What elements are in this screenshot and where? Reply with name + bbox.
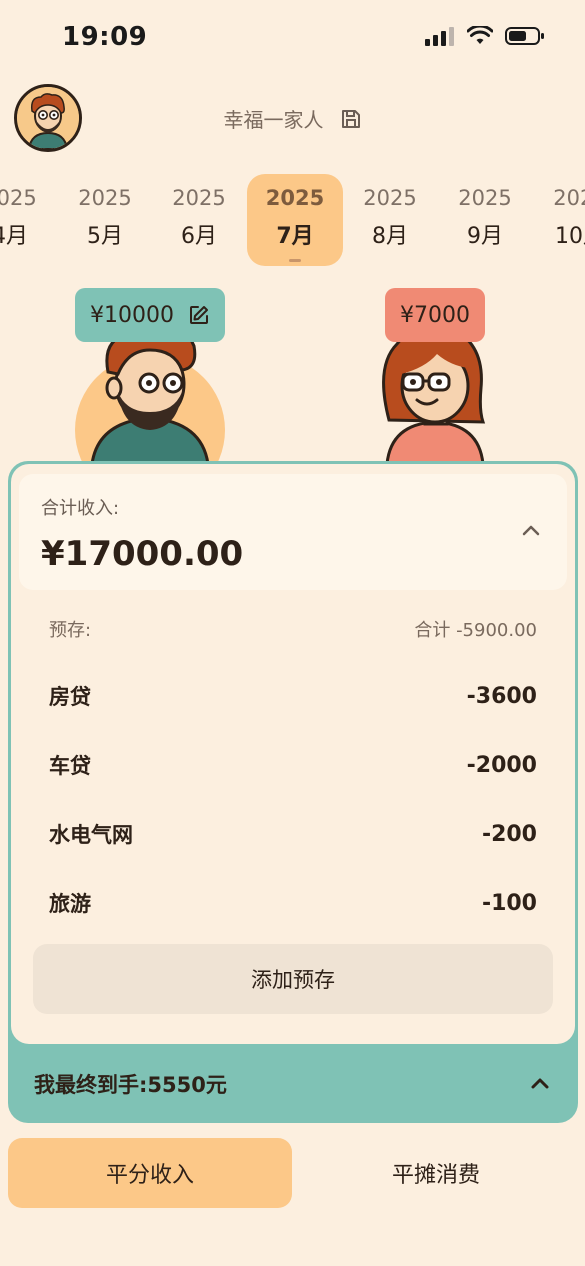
reserve-item-name: 车贷: [49, 754, 91, 778]
wife-income-value: ¥7000: [400, 302, 470, 328]
reserve-item-value: -200: [481, 821, 537, 847]
tab-split-income[interactable]: 平分收入: [8, 1138, 292, 1208]
reserve-item-value: -100: [481, 890, 537, 916]
month-label: 9月: [467, 224, 503, 249]
husband-income-value: ¥10000: [90, 302, 174, 328]
status-time: 19:09: [62, 22, 148, 52]
family-name: 幸福一家人: [223, 108, 324, 132]
month-label: 6月: [181, 224, 217, 249]
reserve-item-value: -3600: [466, 683, 537, 709]
edit-icon[interactable]: [188, 304, 210, 326]
month-selector[interactable]: 2025 4月 2025 5月 2025 6月 2025 7月 2025 8月 …: [0, 174, 585, 266]
total-income-label: 合计收入:: [41, 498, 120, 519]
month-label: 10月: [555, 224, 585, 249]
total-income-card[interactable]: 合计收入: ¥17000.00: [19, 474, 567, 590]
month-year: 2025: [172, 186, 226, 210]
reserve-item-name: 旅游: [49, 892, 91, 916]
signal-icon: [425, 27, 454, 46]
reserve-item-name: 房贷: [49, 685, 91, 709]
battery-icon: [505, 27, 544, 45]
month-year: 2025: [553, 186, 585, 210]
save-icon[interactable]: [340, 108, 362, 130]
month-label: 7月: [276, 224, 314, 249]
month-label: 8月: [372, 224, 408, 249]
chevron-up-icon[interactable]: [528, 1071, 552, 1095]
month-label: 4月: [0, 224, 28, 249]
month-year: 2025: [265, 186, 325, 210]
wifi-icon: [467, 26, 493, 44]
reserve-item-value: -2000: [466, 752, 537, 778]
reserve-item-name: 水电气网: [49, 823, 133, 847]
final-amount-text: 我最终到手:5550元: [34, 1073, 227, 1097]
summary-panel-inner: 合计收入: ¥17000.00 预存: 合计 -5900.00 房贷 -3600…: [11, 464, 575, 1044]
month-label: 5月: [87, 224, 123, 249]
list-item[interactable]: 车贷 -2000: [49, 745, 537, 785]
status-icons: [425, 26, 545, 46]
app-header: 幸福一家人: [0, 84, 585, 152]
total-income-value: ¥17000.00: [41, 534, 244, 574]
tab-share-expense[interactable]: 平摊消费: [294, 1138, 578, 1208]
add-reserve-button[interactable]: 添加预存: [33, 944, 553, 1014]
husband-income-tag[interactable]: ¥10000: [75, 288, 225, 342]
list-item[interactable]: 水电气网 -200: [49, 814, 537, 854]
reserve-total: 合计 -5900.00: [414, 620, 537, 641]
status-bar: 19:09: [0, 0, 585, 78]
list-item[interactable]: 旅游 -100: [49, 883, 537, 923]
list-item[interactable]: 房贷 -3600: [49, 676, 537, 716]
month-year: 2025: [0, 186, 37, 210]
month-year: 2025: [458, 186, 512, 210]
month-item-5[interactable]: 2025 5月: [57, 174, 153, 266]
month-year: 2025: [363, 186, 417, 210]
month-item-10[interactable]: 2025 10月: [532, 174, 585, 266]
chevron-up-icon[interactable]: [519, 518, 543, 542]
summary-panel: 合计收入: ¥17000.00 预存: 合计 -5900.00 房贷 -3600…: [8, 461, 578, 1123]
reserve-label: 预存:: [49, 620, 92, 641]
month-item-7[interactable]: 2025 7月: [247, 174, 343, 266]
family-title-bar: 幸福一家人: [0, 104, 585, 133]
wife-income-tag[interactable]: ¥7000: [385, 288, 485, 342]
month-item-9[interactable]: 2025 9月: [437, 174, 533, 266]
month-item-8[interactable]: 2025 8月: [342, 174, 438, 266]
month-item-4[interactable]: 2025 4月: [0, 174, 58, 266]
bottom-tab-bar: 平分收入 平摊消费: [8, 1138, 578, 1208]
month-item-6[interactable]: 2025 6月: [151, 174, 247, 266]
month-year: 2025: [78, 186, 132, 210]
